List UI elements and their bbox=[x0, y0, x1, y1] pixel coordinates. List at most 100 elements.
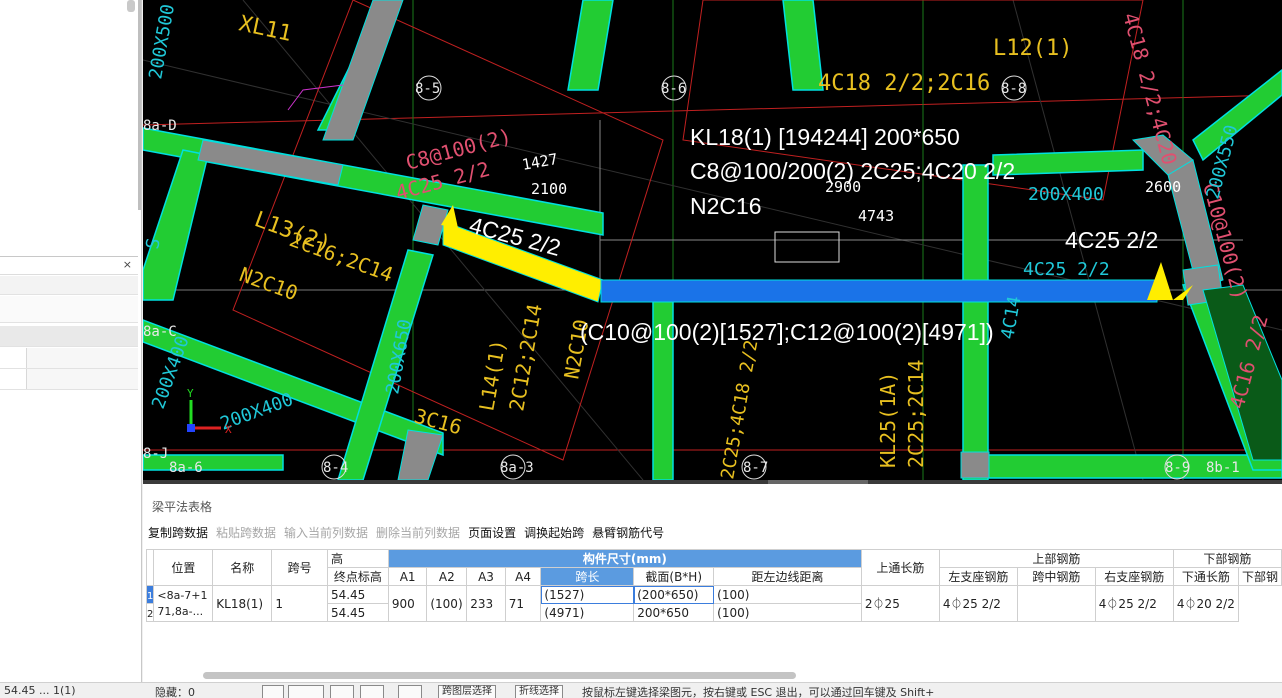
beam-table-panel: 梁平法表格 复制跨数据 粘贴跨数据 输入当前列数据 删除当前列数据 页面设置 调… bbox=[143, 484, 1282, 682]
dimension-label: 2600 bbox=[1145, 178, 1181, 196]
beam-label: XL11 bbox=[237, 11, 294, 46]
toolbar-button[interactable] bbox=[288, 685, 324, 698]
size-label: 200X400 bbox=[1028, 184, 1104, 205]
cell-section[interactable]: (200*650) bbox=[633, 585, 715, 604]
beam-annotation-line3: N2C16 bbox=[690, 193, 762, 219]
axis-label: 8a-6 bbox=[169, 460, 203, 476]
panel-title: 梁平法表格 bbox=[152, 500, 213, 514]
row-number[interactable]: 2 bbox=[145, 603, 155, 622]
col-group-size: 构件尺寸(mm) bbox=[387, 549, 862, 568]
list-item[interactable] bbox=[0, 296, 138, 323]
right-seat-annotation: 4C25 2/2 bbox=[1065, 227, 1158, 253]
beam-label: KL25(1A) bbox=[876, 372, 900, 468]
page-setup-button[interactable]: 页面设置 bbox=[468, 524, 516, 541]
close-icon[interactable]: × bbox=[123, 258, 132, 271]
list-item[interactable] bbox=[0, 348, 138, 369]
swap-start-span-button[interactable]: 调换起始跨 bbox=[524, 524, 584, 541]
copy-span-button[interactable]: 复制跨数据 bbox=[148, 524, 208, 541]
cell-left-seat[interactable]: 4⏀25 2/2 bbox=[938, 585, 1018, 622]
paste-span-button[interactable]: 粘贴跨数据 bbox=[216, 524, 276, 541]
horizontal-scrollbar[interactable] bbox=[151, 672, 1276, 680]
beam-annotation-line1: KL18(1) [194244] 200*650 bbox=[690, 124, 960, 150]
status-bar: 54.45 ... 1(1) 隐藏：0 跨图层选择 折线选择 按鼠标左键选择梁图… bbox=[0, 682, 1282, 698]
col-a2[interactable]: A2 bbox=[426, 567, 468, 586]
size-label: 200X500 bbox=[145, 3, 179, 81]
cell-a4[interactable]: 71 bbox=[504, 585, 542, 622]
col-height-group[interactable]: 高 bbox=[326, 549, 389, 568]
col-bottom-long[interactable]: 下通长筋 bbox=[1172, 567, 1239, 586]
col-left-seat[interactable]: 左支座钢筋 bbox=[938, 567, 1018, 586]
cell-elevation[interactable]: 54.45 bbox=[326, 603, 389, 622]
cell-span-length[interactable]: (1527) bbox=[540, 585, 635, 604]
list-item[interactable] bbox=[0, 369, 138, 390]
toolbar-button[interactable] bbox=[262, 685, 284, 698]
status-left: 54.45 ... 1(1) bbox=[4, 684, 76, 697]
axis-label: 8-6 bbox=[661, 81, 686, 97]
cell-edge-distance[interactable]: (100) bbox=[713, 585, 862, 604]
cell-span[interactable]: 1 bbox=[271, 585, 328, 622]
toolbar-button[interactable] bbox=[398, 685, 422, 698]
cell-bottom-long[interactable]: 4⏀20 2/2 bbox=[1172, 585, 1239, 622]
col-end-elev[interactable]: 终点标高 bbox=[326, 567, 389, 586]
axis-label: 8-8 bbox=[1001, 81, 1026, 97]
table-row[interactable]: 1 <8a-7+1 71,8a-... KL18(1) 1 54.45 900 … bbox=[145, 585, 1282, 622]
cell-a3[interactable]: 233 bbox=[466, 585, 506, 622]
cell-elevation[interactable]: 54.45 bbox=[326, 585, 389, 604]
col-edge-distance[interactable]: 距左边线距离 bbox=[713, 567, 862, 586]
axis-label: 8-7 bbox=[743, 460, 768, 476]
col-top-long[interactable]: 上通长筋 bbox=[860, 549, 940, 586]
row-number[interactable]: 1 bbox=[145, 585, 155, 604]
col-span-length[interactable]: 跨长 bbox=[540, 567, 635, 586]
col-group-bottom: 下部钢筋 bbox=[1172, 549, 1282, 568]
cell-section[interactable]: 200*650 bbox=[633, 603, 715, 622]
beam-label: L12(1) bbox=[993, 36, 1072, 61]
cell-position[interactable]: <8a-7+1 71,8a-... bbox=[153, 585, 214, 622]
status-hint: 按鼠标左键选择梁图元，按右键或 ESC 退出，可以通过回车键及 Shift+ bbox=[582, 686, 935, 698]
dimension-label: 2100 bbox=[531, 180, 567, 198]
axis-label: 8-J bbox=[143, 446, 168, 462]
col-right-seat[interactable]: 右支座钢筋 bbox=[1094, 567, 1174, 586]
list-item[interactable] bbox=[0, 276, 138, 295]
dimension-label: 4743 bbox=[858, 207, 894, 225]
cell-a1[interactable]: 900 bbox=[387, 585, 428, 622]
input-column-button[interactable]: 输入当前列数据 bbox=[284, 524, 368, 541]
col-name[interactable]: 名称 bbox=[212, 549, 273, 586]
cell-top-long[interactable]: 2⏀25 bbox=[860, 585, 940, 622]
polyline-select-button[interactable]: 折线选择 bbox=[515, 685, 563, 698]
delete-column-button[interactable]: 删除当前列数据 bbox=[376, 524, 460, 541]
col-a1[interactable]: A1 bbox=[387, 567, 428, 586]
cad-drawing-canvas[interactable]: 8-5 8-6 8-8 8a-D 8a-C 8-J 8a-6 8-4 8a-3 … bbox=[143, 0, 1282, 480]
col-span-no[interactable]: 跨号 bbox=[271, 549, 328, 586]
cell-edge-distance[interactable]: (100) bbox=[713, 603, 862, 622]
beam-label: 2C25;2C14 bbox=[904, 360, 928, 468]
col-bottom[interactable]: 下部钢 bbox=[1237, 567, 1282, 586]
list-item[interactable] bbox=[0, 326, 138, 347]
scrollbar-thumb[interactable] bbox=[203, 672, 796, 679]
cell-mid-span[interactable] bbox=[1016, 585, 1096, 622]
axis-label: 8b-1 bbox=[1206, 460, 1240, 476]
cell-span-length[interactable]: (4971) bbox=[540, 603, 635, 622]
beam-annotation-line2: C8@100/200(2) 2C25;4C20 2/2 bbox=[690, 158, 1015, 184]
size-label: 4C25 2/2 bbox=[1023, 259, 1110, 280]
beam-label: 2C25;4C18 2/2 bbox=[717, 338, 762, 480]
cross-layer-select-button[interactable]: 跨图层选择 bbox=[438, 685, 496, 698]
vertical-scrollbar[interactable] bbox=[138, 0, 141, 210]
toolbar-button[interactable] bbox=[360, 685, 384, 698]
scrollbar-thumb[interactable] bbox=[127, 0, 135, 12]
axis-label: 8a-D bbox=[143, 118, 177, 134]
status-hidden-count: 隐藏：0 bbox=[155, 686, 195, 698]
col-a3[interactable]: A3 bbox=[466, 567, 506, 586]
beam-label: 2C16;2C14 bbox=[286, 227, 396, 287]
cell-a2[interactable]: (100) bbox=[426, 585, 468, 622]
toolbar-button[interactable] bbox=[330, 685, 354, 698]
col-section[interactable]: 截面(B*H) bbox=[633, 567, 715, 586]
cell-right-seat[interactable]: 4⏀25 2/2 bbox=[1094, 585, 1174, 622]
col-group-top: 上部钢筋 bbox=[938, 549, 1174, 568]
col-position[interactable]: 位置 bbox=[153, 549, 214, 586]
cell-name[interactable]: KL18(1) bbox=[212, 585, 273, 622]
table-toolbar: 复制跨数据 粘贴跨数据 输入当前列数据 删除当前列数据 页面设置 调换起始跨 悬… bbox=[148, 524, 672, 541]
col-a4[interactable]: A4 bbox=[504, 567, 542, 586]
col-mid-span[interactable]: 跨中钢筋 bbox=[1016, 567, 1096, 586]
cantilever-code-button[interactable]: 悬臂钢筋代号 bbox=[592, 524, 664, 541]
cad-drawing[interactable]: 8-5 8-6 8-8 8a-D 8a-C 8-J 8a-6 8-4 8a-3 … bbox=[143, 0, 1282, 480]
